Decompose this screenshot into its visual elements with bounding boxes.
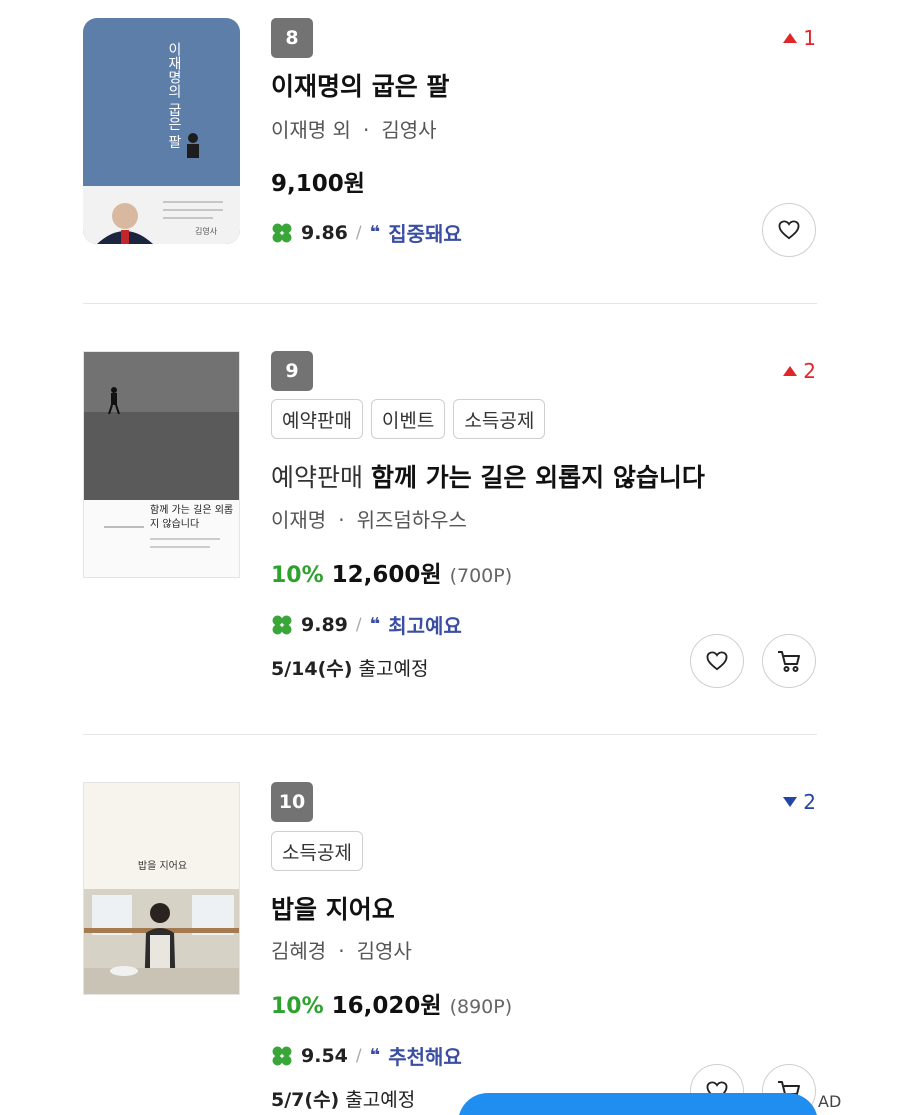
add-to-cart-button[interactable] xyxy=(762,634,816,688)
book-cover-9[interactable]: 함께 가는 길은 외롭지 않습니다 xyxy=(83,351,240,578)
wishlist-button[interactable] xyxy=(690,634,744,688)
heart-icon xyxy=(778,220,800,240)
quote-icon: ❝ xyxy=(369,222,381,243)
book-meta: 이재명 · 위즈덤하우스 xyxy=(271,504,467,533)
rating-divider: / xyxy=(355,222,362,243)
rating-divider: / xyxy=(355,1045,362,1066)
price: 16,020원 xyxy=(331,993,442,1019)
cover-illustration xyxy=(108,387,120,415)
ship-date: 5/14(수) xyxy=(271,658,353,680)
tag-preorder[interactable]: 예약판매 xyxy=(271,399,363,439)
author[interactable]: 이재명 외 xyxy=(271,118,351,142)
cart-icon xyxy=(778,651,800,672)
rank-badge: 10 xyxy=(271,782,313,822)
book-cover-10[interactable]: 밥을 지어요 xyxy=(83,782,240,995)
arrow-up-icon xyxy=(783,33,798,43)
reward-points: (890P) xyxy=(449,996,513,1018)
rank-change: 2 xyxy=(783,359,816,383)
rank-change-value: 2 xyxy=(803,790,816,814)
author[interactable]: 이재명 xyxy=(271,508,326,532)
publisher[interactable]: 김영사 xyxy=(381,118,436,142)
rating-score: 9.89 xyxy=(301,613,348,636)
item-divider xyxy=(83,734,817,735)
separator-dot: · xyxy=(338,939,345,963)
rank-change: 2 xyxy=(783,790,816,814)
ship-label: 출고예정 xyxy=(358,658,429,680)
review-keyword[interactable]: 추천해요 xyxy=(388,1041,462,1070)
rank-change-value: 1 xyxy=(803,26,816,50)
rating-score: 9.54 xyxy=(301,1044,348,1067)
price-row: 10% 16,020원 (890P) xyxy=(271,986,512,1020)
cover-illustration xyxy=(84,889,239,994)
clover-icon xyxy=(272,615,292,634)
rating-row: 9.86 / ❝ 집중돼요 xyxy=(271,218,462,247)
book-meta: 이재명 외 · 김영사 xyxy=(271,114,437,143)
price: 12,600원 xyxy=(331,562,442,588)
book-title[interactable]: 이재명의 굽은 팔 xyxy=(271,67,449,103)
ship-label: 출고예정 xyxy=(345,1089,416,1111)
discount-rate: 10% xyxy=(271,994,324,1019)
publisher[interactable]: 위즈덤하우스 xyxy=(357,508,467,532)
separator-dot: · xyxy=(338,508,345,532)
rank-change: 1 xyxy=(783,26,816,50)
tag-event[interactable]: 이벤트 xyxy=(370,399,446,439)
reward-points: (700P) xyxy=(449,565,513,587)
shipping-info: 5/14(수) 출고예정 xyxy=(271,654,428,681)
publisher[interactable]: 김영사 xyxy=(357,939,412,963)
review-keyword[interactable]: 집중돼요 xyxy=(388,218,462,247)
rating-row: 9.54 / ❝ 추천해요 xyxy=(271,1041,462,1070)
title-prefix: 예약판매 xyxy=(271,463,364,492)
price: 9,100원 xyxy=(271,171,365,197)
title-text: 함께 가는 길은 외롭지 않습니다 xyxy=(371,463,705,492)
floating-ad-banner[interactable] xyxy=(458,1093,818,1115)
shipping-info: 5/7(수) 출고예정 xyxy=(271,1085,415,1112)
discount-rate: 10% xyxy=(271,563,324,588)
arrow-down-icon xyxy=(783,797,798,807)
price-row: 10% 12,600원 (700P) xyxy=(271,555,512,589)
rank-badge: 9 xyxy=(271,351,313,391)
tag-tax-deduction[interactable]: 소득공제 xyxy=(453,399,546,439)
heart-icon xyxy=(706,651,728,671)
cover-title-text: 함께 가는 길은 외롭지 않습니다 xyxy=(150,505,234,530)
author[interactable]: 김혜경 xyxy=(271,939,326,963)
tag-list: 예약판매 이벤트 소득공제 xyxy=(271,399,546,439)
book-title[interactable]: 예약판매 함께 가는 길은 외롭지 않습니다 xyxy=(271,458,705,494)
clover-icon xyxy=(272,223,292,242)
book-title[interactable]: 밥을 지어요 xyxy=(271,890,395,926)
quote-icon: ❝ xyxy=(369,1045,381,1066)
separator-dot: · xyxy=(362,118,370,142)
tag-tax-deduction[interactable]: 소득공제 xyxy=(271,831,363,871)
ship-date: 5/7(수) xyxy=(271,1089,340,1111)
price-row: 9,100원 xyxy=(271,164,365,198)
rating-row: 9.89 / ❝ 최고예요 xyxy=(271,610,462,639)
tag-list: 소득공제 xyxy=(271,831,363,871)
ad-label: AD xyxy=(818,1092,842,1111)
arrow-up-icon xyxy=(783,366,798,376)
rating-divider: / xyxy=(355,614,362,635)
quote-icon: ❝ xyxy=(369,614,381,635)
cover-title-text: 이재명의 굽은 팔 xyxy=(166,42,182,149)
rating-score: 9.86 xyxy=(301,221,348,244)
rank-change-value: 2 xyxy=(803,359,816,383)
clover-icon xyxy=(272,1046,292,1065)
cover-publisher-text: 김영사 xyxy=(195,227,218,236)
rank-badge: 8 xyxy=(271,18,313,58)
book-cover-8[interactable]: 이재명의 굽은 팔 김영사 xyxy=(83,18,240,244)
review-keyword[interactable]: 최고예요 xyxy=(388,610,462,639)
item-divider xyxy=(83,303,817,304)
book-meta: 김혜경 · 김영사 xyxy=(271,935,412,964)
wishlist-button[interactable] xyxy=(762,203,816,257)
